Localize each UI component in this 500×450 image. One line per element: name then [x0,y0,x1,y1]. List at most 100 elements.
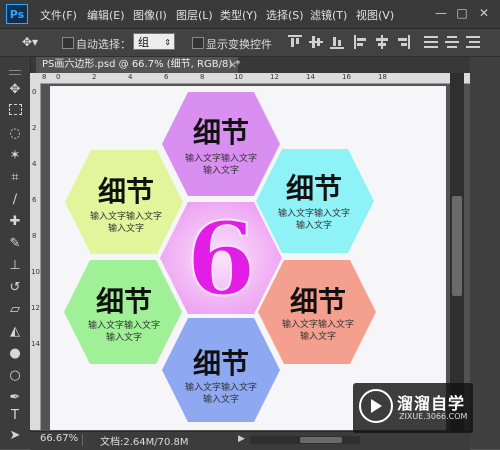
document-info[interactable]: 文档:2.64M/70.8M [100,433,189,448]
magic-wand-tool-icon[interactable]: ✶ [7,148,23,164]
clone-stamp-tool-icon[interactable]: ⊥ [7,258,23,274]
center-number: 6 [186,200,256,318]
hexagon-title: 细节 [286,172,342,205]
menu-view[interactable]: 视图(V) [356,7,394,23]
align-horizontal-center-icon[interactable] [375,35,389,49]
show-transform-checkbox[interactable] [192,37,204,49]
healing-brush-tool-icon[interactable]: ✚ [7,214,23,230]
history-brush-tool-icon[interactable]: ↺ [7,280,23,296]
move-tool-icon[interactable]: ✥ [7,82,23,98]
hexagon-text-line2: 输入文字 [300,330,336,342]
distribute-center-icon[interactable] [445,35,459,49]
vertical-scrollbar-thumb[interactable] [452,196,462,296]
horizontal-scrollbar-thumb[interactable] [300,437,342,443]
document-tab-title: PS画六边形.psd @ 66.7% (细节, RGB/8) * [42,59,241,70]
distribute-top-icon[interactable] [424,35,438,49]
path-selection-tool-icon[interactable]: ➤ [7,428,23,444]
document-tab[interactable]: PS画六边形.psd @ 66.7% (细节, RGB/8) * [36,57,241,73]
menu-type[interactable]: 类型(Y) [220,7,257,23]
ruler-mark: 2 [32,124,37,132]
hexagon-text-line1: 输入文字输入文字 [282,318,354,330]
auto-select-checkbox[interactable] [62,37,74,49]
ruler-mark: 4 [128,73,133,81]
auto-select-value: 组 [138,36,149,49]
divider [82,434,83,446]
menu-image[interactable]: 图像(I) [133,7,167,23]
ruler-mark: 14 [31,340,40,348]
lasso-tool-icon[interactable]: ◌ [7,126,23,142]
close-tab-icon[interactable]: × [228,58,237,71]
hexagon-text-line1: 输入文字输入文字 [185,381,257,393]
ruler-mark: 10 [234,73,243,81]
ruler-mark: 8 [200,73,205,81]
crop-tool-icon[interactable]: ⌗ [7,170,23,186]
hexagon-title: 细节 [98,175,154,208]
align-bottom-icon[interactable] [330,35,344,49]
close-window-icon[interactable]: ✕ [477,6,491,20]
blur-tool-icon[interactable]: ● [7,346,23,362]
hexagon-title: 细节 [96,285,152,318]
ruler-mark: 6 [32,196,37,204]
watermark-title: 溜溜自学 [397,394,466,413]
ruler-mark: 12 [270,73,279,81]
watermark-url: ZIXUE.3066.COM [399,412,468,421]
ruler-mark: 4 [32,160,37,168]
ruler-mark: 16 [342,73,351,81]
side-panel-strip [470,57,500,449]
hexagon-text-line1: 输入文字输入文字 [278,207,350,219]
marquee-tool-icon[interactable] [7,104,23,120]
photoshop-logo-icon: Ps [6,4,28,24]
move-tool-icon[interactable]: ✥▾ [22,35,44,49]
dropdown-arrow-icon: ⇕ [164,38,171,47]
eraser-tool-icon[interactable]: ▱ [7,302,23,318]
show-transform-label: 显示变换控件 [206,38,272,51]
ruler-mark: 6 [164,73,169,81]
align-top-icon[interactable] [288,35,302,49]
hexagon-text-line2: 输入文字 [108,222,144,234]
panel-grip-icon [9,70,21,75]
align-left-icon[interactable] [354,35,368,49]
distribute-bottom-icon[interactable] [466,35,480,49]
hexagon-title: 细节 [290,285,346,318]
pen-tool-icon[interactable]: ✒ [7,390,23,406]
hexagon-text-line2: 输入文字 [203,164,239,176]
status-menu-arrow-icon[interactable]: ▶ [238,434,245,444]
auto-select-dropdown[interactable]: 组 ⇕ [133,33,175,50]
eyedropper-tool-icon[interactable]: ∕ [7,192,23,208]
hexagon-text-line2: 输入文字 [203,393,239,405]
ruler-mark: 10 [31,268,40,276]
ruler-mark: 0 [56,73,61,81]
zoom-level[interactable]: 66.67% [40,433,78,444]
document-canvas[interactable]: 细节 输入文字输入文字 输入文字 细节 输入文字输入文字 输入文字 细节 输入文… [50,86,446,430]
menu-select[interactable]: 选择(S) [266,7,304,23]
play-icon [371,399,382,413]
menu-filter[interactable]: 滤镜(T) [310,7,347,23]
hexagon-text-line1: 输入文字输入文字 [185,152,257,164]
minimize-icon[interactable]: — [434,6,448,20]
paint-bucket-tool-icon[interactable]: ◭ [7,324,23,340]
maximize-icon[interactable]: □ [455,6,469,20]
auto-select-label: 自动选择： [76,38,131,51]
ruler-mark: 8 [32,232,37,240]
hexagon-text-line1: 输入文字输入文字 [90,210,162,222]
vertical-ruler [30,83,41,430]
hexagon-title: 细节 [193,116,249,149]
type-tool-icon[interactable]: T [7,408,23,424]
ruler-mark: 18 [378,73,387,81]
ruler-mark: 2 [92,73,97,81]
dodge-tool-icon[interactable]: ○ [7,368,23,384]
menu-file[interactable]: 文件(F) [40,7,77,23]
hexagon-text-line2: 输入文字 [296,219,332,231]
hexagon-title: 细节 [193,347,249,380]
ruler-mark: 12 [31,304,40,312]
ruler-mark: 14 [306,73,315,81]
hexagon-artwork: 细节 输入文字输入文字 输入文字 细节 输入文字输入文字 输入文字 细节 输入文… [64,92,376,422]
brush-tool-icon[interactable]: ✎ [7,236,23,252]
ruler-mark: 0 [32,88,37,96]
menu-layer[interactable]: 图层(L) [176,7,213,23]
hexagon-text-line1: 输入文字输入文字 [88,319,160,331]
hexagon-text-line2: 输入文字 [106,331,142,343]
menu-edit[interactable]: 编辑(E) [87,7,125,23]
align-right-icon[interactable] [396,35,410,49]
align-vertical-center-icon[interactable] [309,35,323,49]
